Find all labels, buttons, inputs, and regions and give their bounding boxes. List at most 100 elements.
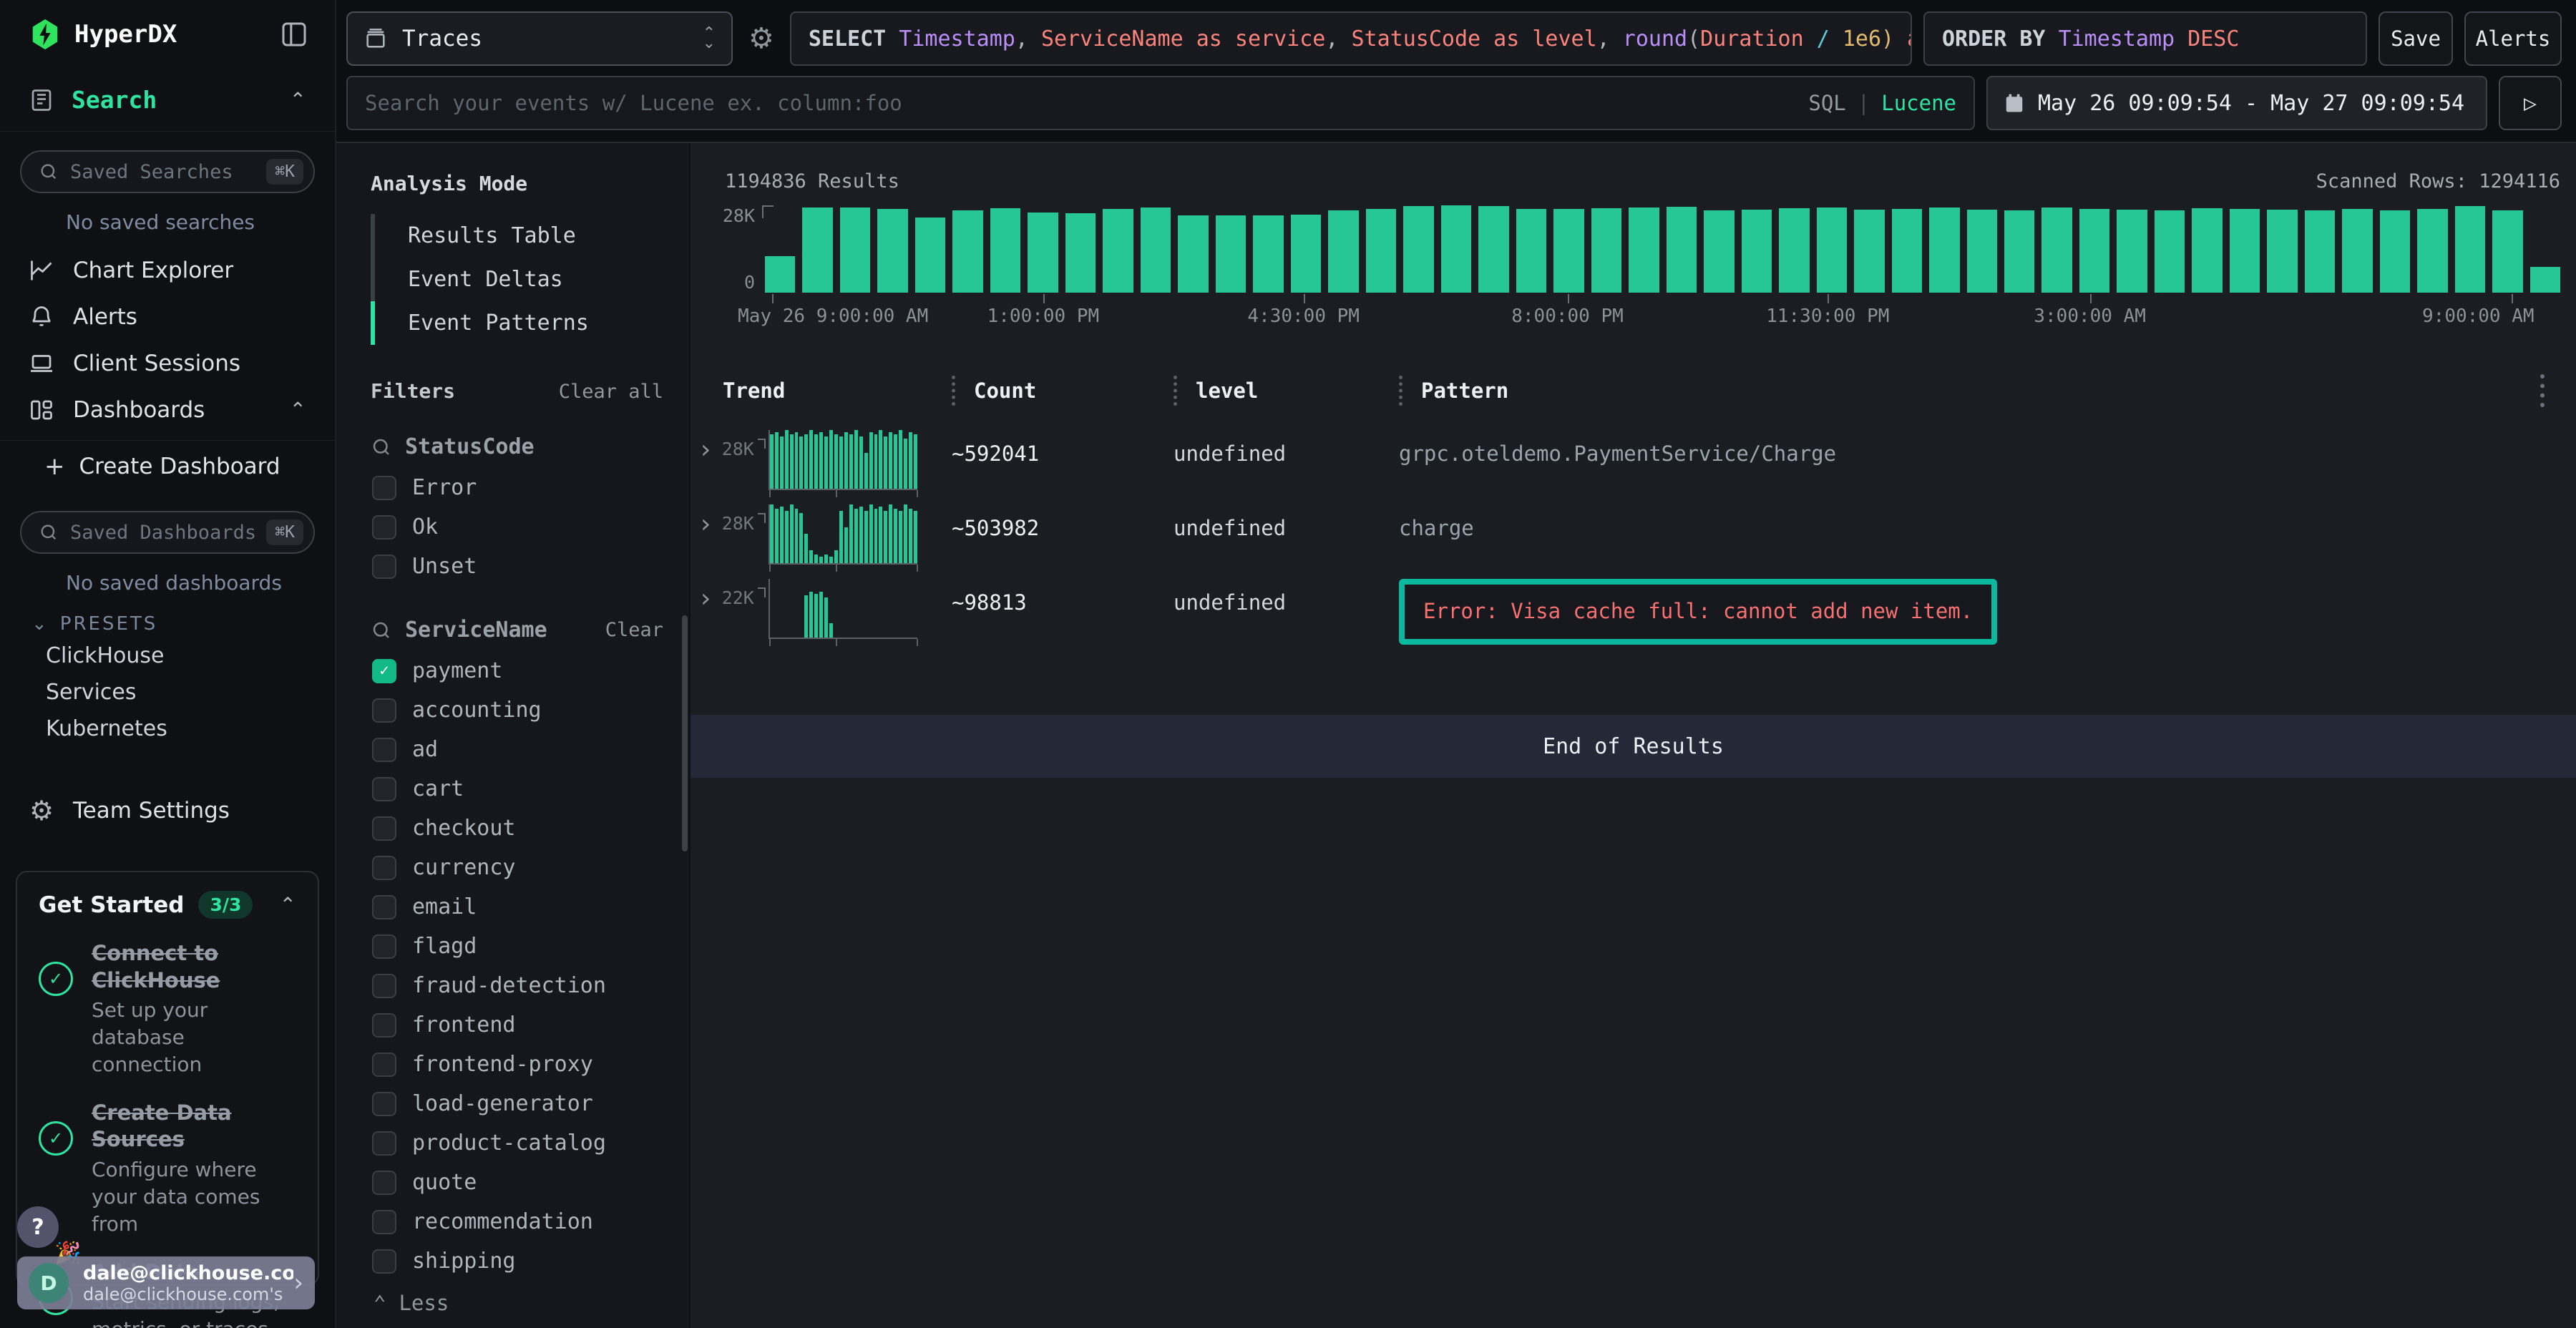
filter-option[interactable]: checkout (371, 809, 663, 848)
clear-all-filters-link[interactable]: Clear all (559, 381, 663, 403)
checkbox[interactable] (372, 974, 396, 998)
clear-filter-link[interactable]: Clear (605, 619, 663, 641)
column-drag-handle[interactable] (1399, 376, 1402, 406)
filter-option[interactable]: flagd (371, 927, 663, 966)
sidebar-item-alerts[interactable]: Alerts (0, 293, 335, 340)
preset-item-clickhouse[interactable]: ClickHouse (46, 638, 335, 674)
checkbox[interactable] (372, 1171, 396, 1195)
collapse-less-link[interactable]: ⌃Less (374, 1291, 663, 1315)
table-options-kebab-icon[interactable] (2540, 374, 2545, 407)
filter-option[interactable]: email (371, 887, 663, 927)
sparkline-bar (824, 597, 828, 638)
filter-option[interactable]: Error (371, 468, 663, 507)
preset-item-kubernetes[interactable]: Kubernetes (46, 711, 335, 747)
chevron-right-icon: › (293, 1269, 303, 1297)
filter-option[interactable]: load-generator (371, 1084, 663, 1123)
row-expander-icon[interactable]: › (698, 437, 713, 490)
order-by-editor[interactable]: ORDER BY Timestamp DESC (1923, 11, 2367, 66)
checkbox[interactable] (372, 515, 396, 540)
event-search-input[interactable] (365, 91, 1808, 115)
filter-option[interactable]: ✓payment (371, 651, 663, 690)
alerts-button[interactable]: Alerts (2464, 11, 2562, 66)
date-range-picker[interactable]: May 26 09:09:54 - May 27 09:09:54 (1986, 76, 2487, 130)
filter-option[interactable]: frontend-proxy (371, 1045, 663, 1084)
saved-searches-searchbox[interactable]: ⌘K (20, 150, 315, 193)
source-select[interactable]: Traces ⌃⌄ (346, 11, 733, 66)
checkbox[interactable]: ✓ (372, 659, 396, 683)
saved-dashboards-searchbox[interactable]: ⌘K (20, 511, 315, 554)
column-header-pattern[interactable]: Pattern (1399, 374, 2526, 407)
checkbox[interactable] (372, 1092, 396, 1116)
analysis-mode-results-table[interactable]: Results Table (371, 214, 663, 258)
checkbox[interactable] (372, 777, 396, 801)
histogram-bars[interactable] (765, 205, 2560, 293)
checkbox[interactable] (372, 1131, 396, 1156)
save-button[interactable]: Save (2379, 11, 2453, 66)
sparkline-max-label: 28K (722, 439, 766, 490)
filter-option[interactable]: ad (371, 730, 663, 769)
column-drag-handle[interactable] (952, 376, 955, 406)
filter-option[interactable]: Ok (371, 507, 663, 547)
checkbox[interactable] (372, 816, 396, 841)
checkbox[interactable] (372, 698, 396, 723)
filter-option[interactable]: product-catalog (371, 1123, 663, 1163)
checkbox[interactable] (372, 476, 396, 500)
filter-option[interactable]: accounting (371, 690, 663, 730)
scrollbar-thumb[interactable] (682, 615, 688, 851)
checkbox[interactable] (372, 555, 396, 579)
sidebar-item-search[interactable]: Search ⌃ (0, 69, 335, 132)
sql-toggle[interactable]: SQL (1808, 91, 1845, 115)
checkbox[interactable] (372, 1053, 396, 1077)
filter-option[interactable]: Unset (371, 547, 663, 586)
checkbox[interactable] (372, 1249, 396, 1274)
filter-option[interactable]: frontend (371, 1005, 663, 1045)
checkbox[interactable] (372, 895, 396, 919)
user-profile-chip[interactable]: D dale@clickhouse.com dale@clickhouse.co… (17, 1256, 315, 1309)
filter-option[interactable]: recommendation (371, 1202, 663, 1241)
column-header-level[interactable]: level (1174, 374, 1399, 407)
x-axis-label: May 26 9:00:00 AM (738, 306, 928, 327)
filter-option[interactable]: fraud-detection (371, 966, 663, 1005)
filter-option[interactable]: currency (371, 848, 663, 887)
presets-section-toggle[interactable]: ⌄ PRESETS (31, 613, 335, 635)
sidebar-item-dashboards[interactable]: Dashboards ⌃ (0, 386, 335, 433)
column-drag-handle[interactable] (1174, 376, 1177, 406)
table-row[interactable]: ›22K~98813undefinedError: Visa cache ful… (691, 575, 2576, 649)
column-header-trend[interactable]: Trend (691, 374, 952, 407)
run-query-button[interactable]: ▷ (2499, 76, 2562, 130)
sidebar-item-team-settings[interactable]: ⚙ Team Settings (0, 787, 335, 834)
highlighted-pattern[interactable]: Error: Visa cache full: cannot add new i… (1399, 579, 1997, 645)
event-search-box[interactable]: SQL | Lucene (346, 76, 1975, 130)
collapse-sidebar-icon[interactable] (279, 20, 309, 49)
get-started-header[interactable]: Get Started 3/3 ⌃ (39, 891, 296, 919)
preset-item-services[interactable]: Services (46, 674, 335, 711)
checkbox[interactable] (372, 1013, 396, 1038)
query-language-toggle[interactable]: SQL | Lucene (1808, 91, 1956, 115)
saved-dashboards-input[interactable] (70, 522, 266, 544)
sidebar-item-client-sessions[interactable]: Client Sessions (0, 340, 335, 386)
filter-option[interactable]: quote (371, 1163, 663, 1202)
filter-option[interactable]: cart (371, 769, 663, 809)
get-started-step[interactable]: ✓ Connect to ClickHouse Set up your data… (39, 940, 296, 1078)
analysis-mode-event-deltas[interactable]: Event Deltas (371, 258, 663, 301)
gear-icon[interactable]: ⚙ (744, 22, 779, 55)
checkbox[interactable] (372, 856, 396, 880)
help-button[interactable]: ? (17, 1206, 59, 1248)
row-expander-icon[interactable]: › (698, 586, 713, 639)
analysis-mode-event-patterns[interactable]: Event Patterns (371, 301, 663, 345)
saved-searches-input[interactable] (70, 161, 266, 183)
column-header-count[interactable]: Count (952, 374, 1174, 407)
sql-select-editor[interactable]: SELECT Timestamp, ServiceName as service… (790, 11, 1912, 66)
create-dashboard-button[interactable]: + Create Dashboard (0, 441, 335, 492)
checkbox[interactable] (372, 738, 396, 762)
table-row[interactable]: ›28K~503982undefinedcharge (691, 500, 2576, 575)
results-histogram[interactable]: 28K 0 (691, 205, 2576, 293)
filter-option[interactable]: shipping (371, 1241, 663, 1281)
get-started-step[interactable]: ✓ Create Data Sources Configure where yo… (39, 1100, 296, 1238)
checkbox[interactable] (372, 934, 396, 959)
sidebar-item-chart-explorer[interactable]: Chart Explorer (0, 247, 335, 293)
checkbox[interactable] (372, 1210, 396, 1234)
row-expander-icon[interactable]: › (698, 512, 713, 565)
table-row[interactable]: ›28K~592041undefinedgrpc.oteldemo.Paymen… (691, 426, 2576, 500)
lucene-toggle[interactable]: Lucene (1881, 91, 1956, 115)
